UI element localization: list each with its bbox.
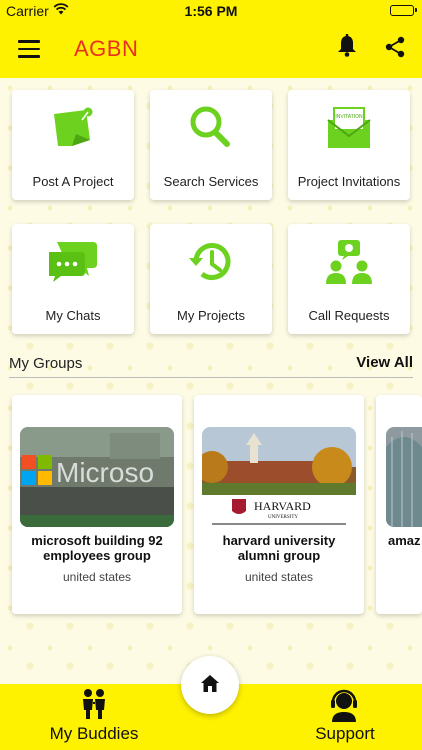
group-image: Microso (20, 427, 174, 527)
group-location: united states (62, 570, 132, 584)
tab-my-buddies[interactable]: My Buddies (34, 686, 154, 746)
sticky-note-icon (12, 104, 134, 154)
group-card-amazon[interactable]: amaz (376, 395, 422, 614)
app-bar: AGBN (0, 22, 422, 78)
tile-call-requests[interactable]: Call Requests (288, 224, 410, 334)
battery-icon (390, 5, 417, 16)
status-bar: Carrier 1:56 PM (0, 0, 422, 22)
share-icon (385, 36, 405, 58)
bell-icon (338, 34, 356, 57)
invitation-envelope-icon: INVITATION (288, 104, 410, 154)
tab-support[interactable]: Support (300, 686, 390, 746)
header: Carrier 1:56 PM AGBN (0, 0, 422, 78)
home-button[interactable] (181, 656, 239, 714)
hamburger-menu-icon (18, 40, 40, 43)
tab-label: Support (315, 724, 375, 743)
clock: 1:56 PM (184, 3, 238, 19)
group-image: HARVARD UNIVERSITY (202, 427, 356, 527)
tile-post-a-project[interactable]: Post A Project (12, 90, 134, 200)
magnifier-icon (150, 104, 272, 154)
people-icon (83, 689, 105, 719)
tile-project-invitations[interactable]: INVITATION Project Invitations (288, 90, 410, 200)
tile-label: Project Invitations (297, 174, 401, 189)
tab-label: My Buddies (49, 724, 139, 743)
tile-search-services[interactable]: Search Services (150, 90, 272, 200)
menu-button[interactable] (18, 40, 40, 58)
image-subtext: UNIVERSITY (268, 515, 298, 520)
tile-label: My Chats (45, 308, 101, 323)
group-name: harvard university alumni group (222, 533, 336, 563)
group-card-microsoft[interactable]: Microso microsoft building 92 employees … (12, 395, 182, 614)
tile-label: Search Services (163, 174, 259, 189)
groups-title: My Groups (9, 355, 83, 372)
app-title: AGBN (74, 36, 139, 61)
history-clock-icon (150, 238, 272, 288)
view-all-link[interactable]: View All (356, 354, 413, 371)
notifications-button[interactable] (336, 34, 360, 60)
image-text: HARVARD (254, 499, 311, 513)
home-icon (201, 675, 219, 692)
call-request-icon (288, 238, 410, 288)
group-name: microsoft building 92 employees group (31, 533, 163, 563)
group-name: amaz (388, 533, 421, 548)
tile-label: Call Requests (308, 308, 390, 323)
groups-header: My Groups View All (9, 354, 413, 378)
tile-my-projects[interactable]: My Projects (150, 224, 272, 334)
tile-my-chats[interactable]: My Chats (12, 224, 134, 334)
group-image (386, 427, 422, 527)
tile-label: Post A Project (32, 174, 114, 189)
share-button[interactable] (384, 36, 408, 60)
tile-label: My Projects (177, 308, 245, 323)
invitation-badge-text: INVITATION (335, 114, 363, 120)
group-card-harvard[interactable]: HARVARD UNIVERSITY harvard university al… (194, 395, 364, 614)
chat-bubbles-icon (12, 238, 134, 288)
headset-icon (331, 689, 357, 722)
group-location: united states (244, 570, 314, 584)
image-text: Microso (56, 457, 154, 488)
